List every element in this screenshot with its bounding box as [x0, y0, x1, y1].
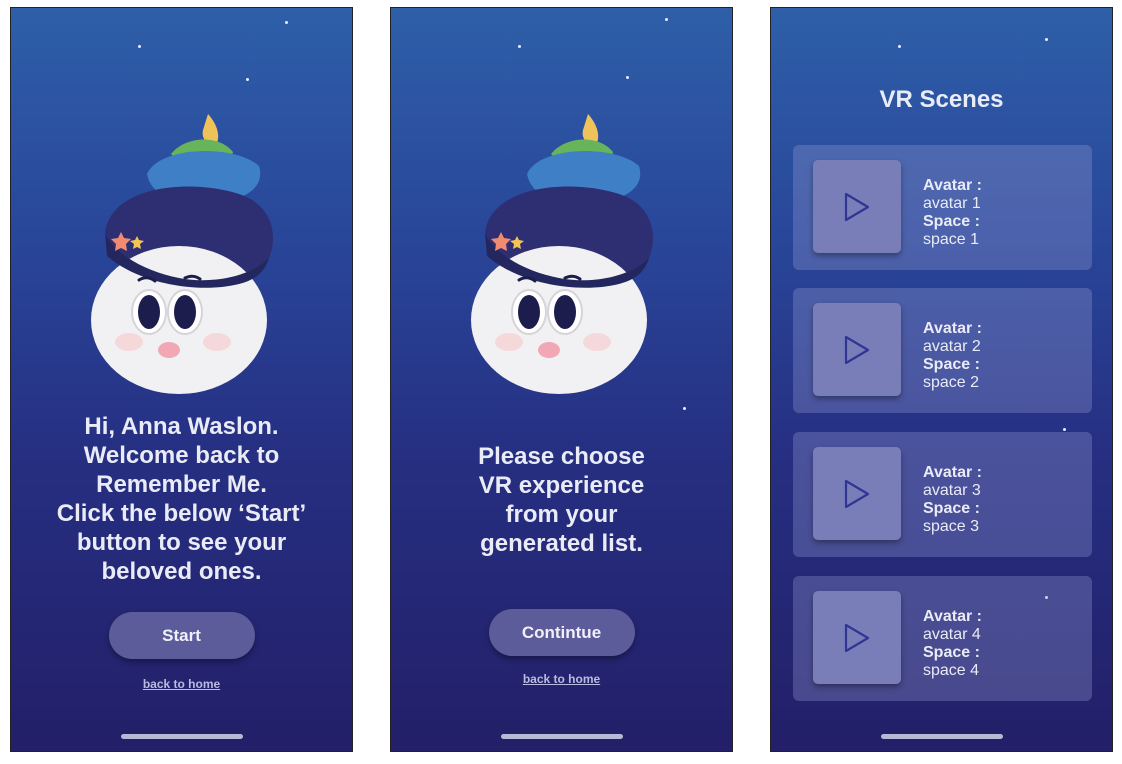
vr-scenes-screen: VR Scenes Avatar : avatar 1 Space : spac…: [770, 7, 1113, 752]
scene-thumbnail[interactable]: [813, 303, 901, 396]
avatar-label: Avatar :: [923, 608, 982, 625]
star-decoration: [665, 18, 668, 21]
avatar-value: avatar 3: [923, 482, 981, 499]
star-decoration: [138, 45, 141, 48]
avatar-value: avatar 1: [923, 195, 981, 212]
mascot-character-icon: [91, 114, 274, 394]
star-decoration: [518, 45, 521, 48]
avatar-value: avatar 4: [923, 626, 981, 643]
welcome-screen: Hi, Anna Waslon. Welcome back to Remembe…: [10, 7, 353, 752]
scene-thumbnail[interactable]: [813, 160, 901, 253]
scene-info: Avatar : avatar 3 Space : space 3: [923, 464, 982, 536]
space-value: space 4: [923, 662, 980, 679]
scene-card[interactable]: Avatar : avatar 1 Space : space 1: [793, 145, 1092, 270]
welcome-message: Hi, Anna Waslon. Welcome back to Remembe…: [56, 413, 307, 585]
page-title: VR Scenes: [879, 86, 1004, 113]
back-to-home-link[interactable]: back to home: [391, 672, 732, 686]
avatar-label: Avatar :: [923, 320, 982, 337]
scene-info: Avatar : avatar 2 Space : space 2: [923, 320, 982, 392]
play-icon: [844, 623, 870, 652]
choose-experience-screen: Please choose VR experience from your ge…: [390, 7, 733, 752]
space-label: Space :: [923, 644, 980, 661]
play-icon: [844, 479, 870, 508]
avatar-label: Avatar :: [923, 177, 982, 194]
play-icon: [844, 335, 870, 364]
scene-thumbnail[interactable]: [813, 591, 901, 684]
continue-button[interactable]: Contintue: [488, 609, 635, 656]
star-decoration: [285, 21, 288, 24]
choose-experience-message: Please choose VR experience from your ge…: [478, 443, 645, 557]
space-value: space 2: [923, 374, 980, 391]
scene-card[interactable]: Avatar : avatar 3 Space : space 3: [793, 432, 1092, 557]
scene-info: Avatar : avatar 1 Space : space 1: [923, 177, 982, 249]
home-indicator[interactable]: [880, 734, 1003, 739]
space-label: Space :: [923, 213, 980, 230]
start-button[interactable]: Start: [108, 612, 255, 659]
scene-info: Avatar : avatar 4 Space : space 4: [923, 608, 982, 680]
scene-card[interactable]: Avatar : avatar 4 Space : space 4: [793, 576, 1092, 701]
space-label: Space :: [923, 500, 980, 517]
scene-card[interactable]: Avatar : avatar 2 Space : space 2: [793, 288, 1092, 413]
star-decoration: [1045, 38, 1048, 41]
scene-thumbnail[interactable]: [813, 447, 901, 540]
home-indicator[interactable]: [500, 734, 623, 739]
space-label: Space :: [923, 356, 980, 373]
back-to-home-link[interactable]: back to home: [11, 677, 352, 691]
star-decoration: [683, 407, 686, 410]
avatar-label: Avatar :: [923, 464, 982, 481]
mascot-character-icon: [471, 114, 654, 394]
home-indicator[interactable]: [120, 734, 243, 739]
star-decoration: [1063, 428, 1066, 431]
star-decoration: [626, 76, 629, 79]
space-value: space 1: [923, 231, 980, 248]
star-decoration: [246, 78, 249, 81]
space-value: space 3: [923, 518, 980, 535]
play-icon: [844, 192, 870, 221]
avatar-value: avatar 2: [923, 338, 981, 355]
star-decoration: [898, 45, 901, 48]
